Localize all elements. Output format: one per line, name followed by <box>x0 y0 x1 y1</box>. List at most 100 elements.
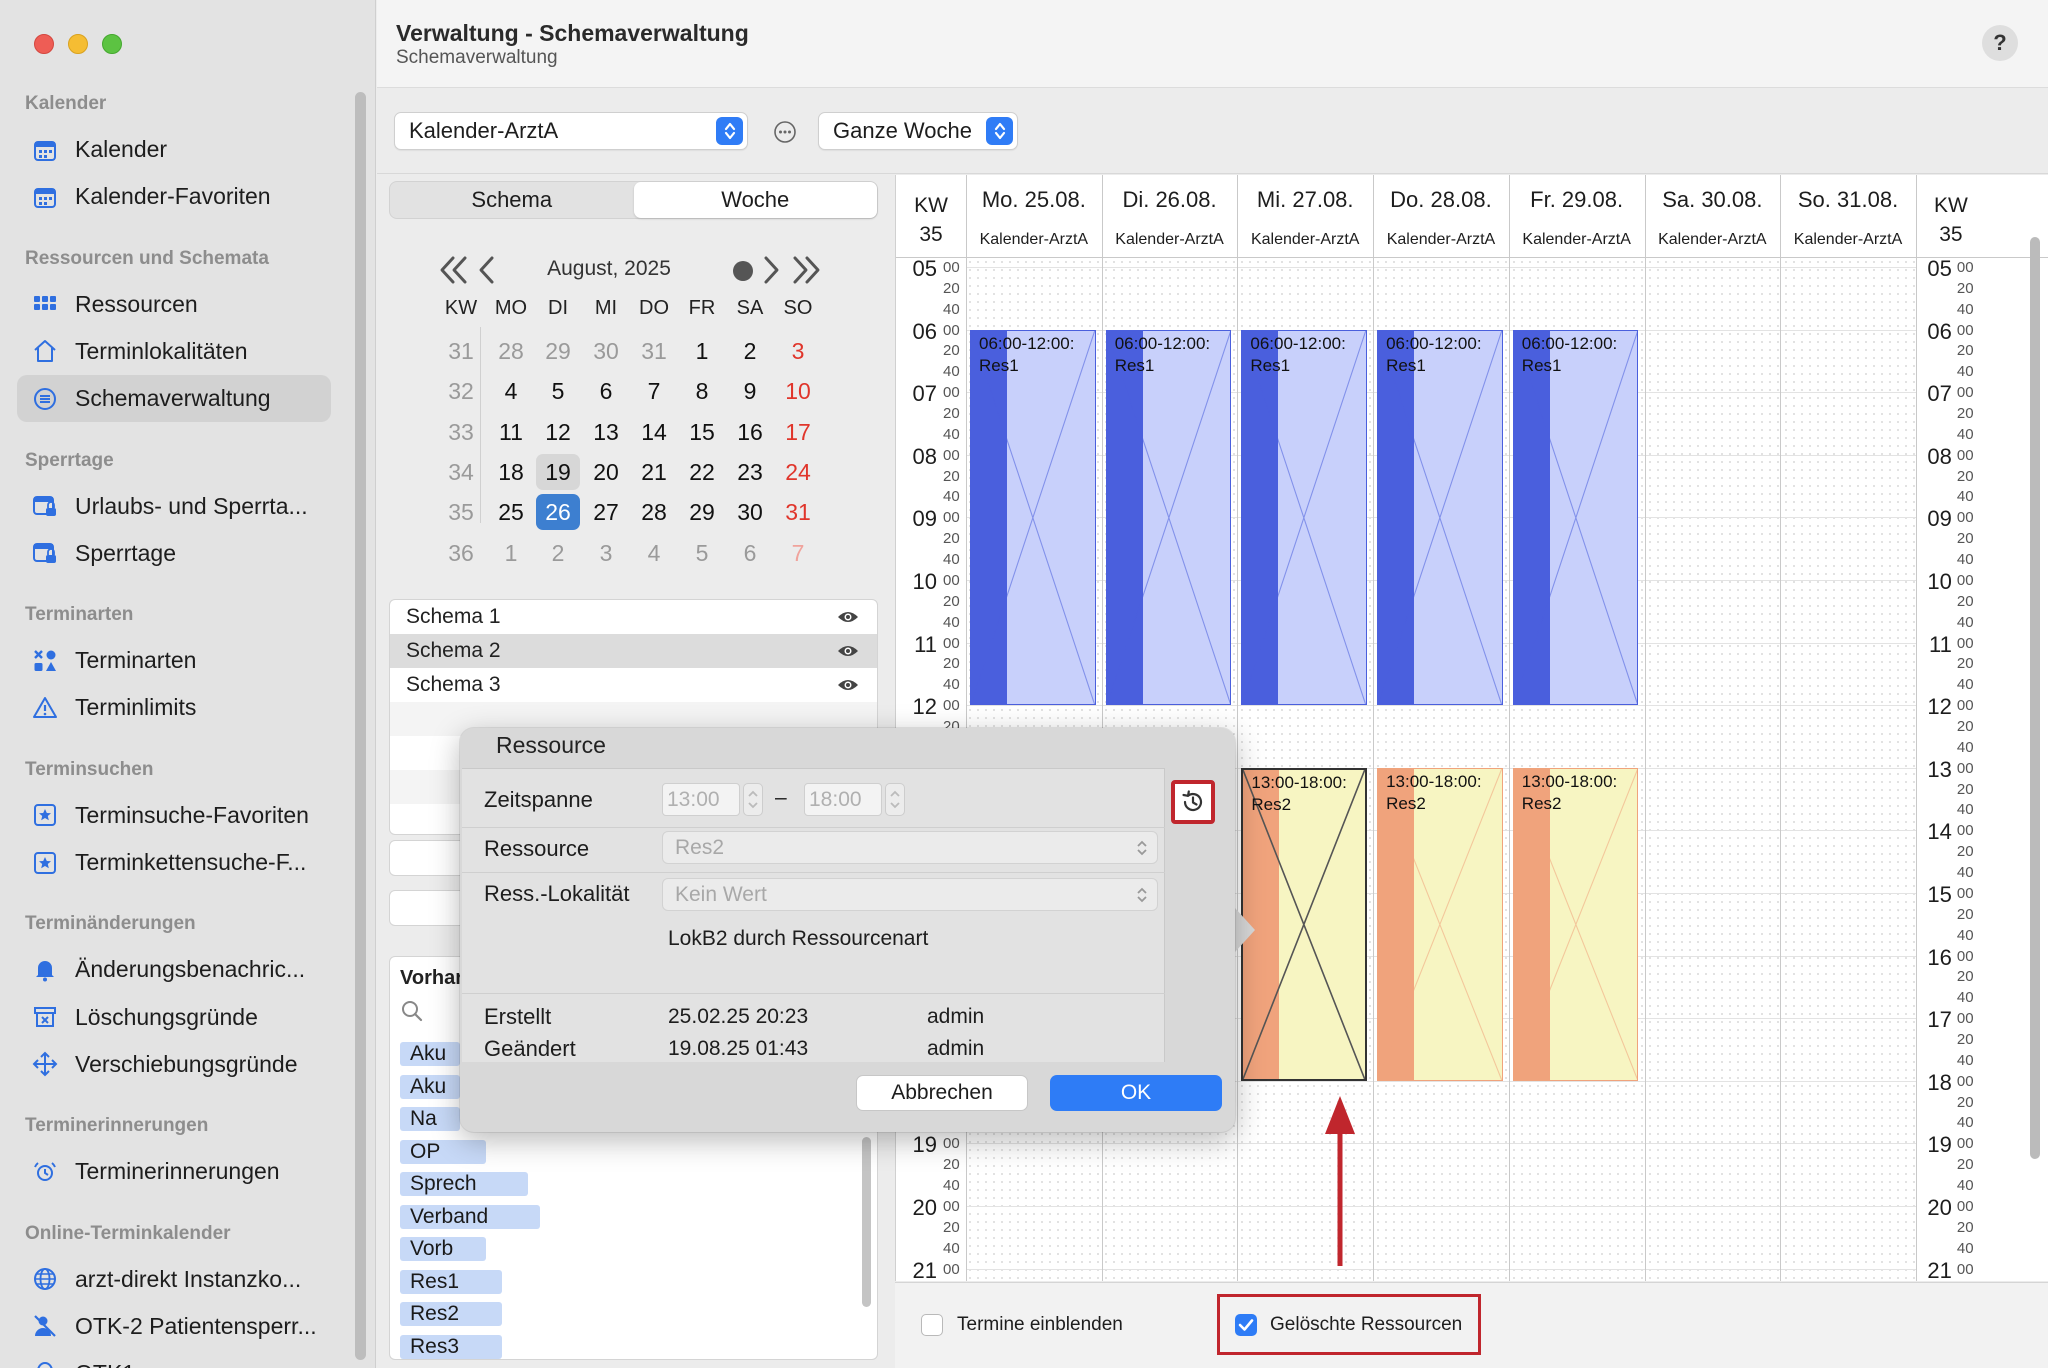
day-header[interactable]: Mo. 25.08. Kalender-ArztA <box>966 175 1102 257</box>
calendar-day[interactable]: 4 <box>489 373 533 409</box>
calendar-day[interactable]: 2 <box>728 333 772 369</box>
calendar-day[interactable]: 10 <box>776 373 820 409</box>
sidebar-scrollbar[interactable] <box>355 92 366 1360</box>
calendar-day[interactable]: 11 <box>489 414 533 450</box>
resource-block[interactable]: 06:00-12:00: Res1 <box>970 329 1096 706</box>
calendar-day[interactable]: 5 <box>536 373 580 409</box>
sidebar-item[interactable]: Terminlokalitäten <box>17 328 331 375</box>
calendar-day[interactable]: 25 <box>489 494 533 530</box>
sidebar-item[interactable]: Kalender <box>17 126 331 173</box>
sidebar-item[interactable]: OTK1 <box>17 1350 331 1368</box>
calendar-day[interactable]: 1 <box>680 333 724 369</box>
resource-block[interactable]: 06:00-12:00: Res1 <box>1241 329 1368 706</box>
calendar-day[interactable]: 28 <box>489 333 533 369</box>
calendar-day[interactable]: 16 <box>728 414 772 450</box>
today-dot-icon[interactable] <box>732 260 754 282</box>
sidebar-item[interactable]: Kalender-Favoriten <box>17 173 331 220</box>
tab-schema[interactable]: Schema <box>390 182 634 218</box>
sidebar-item[interactable]: Terminsuche-Favoriten <box>17 792 331 839</box>
resource-block[interactable]: 06:00-12:00: Res1 <box>1105 329 1232 706</box>
chevron-right-icon[interactable] <box>761 255 781 285</box>
resource-tag[interactable]: Res1 <box>400 1269 502 1294</box>
calendar-day[interactable]: 19 <box>536 453 580 490</box>
calendar-day[interactable]: 18 <box>489 454 533 490</box>
calendar-day[interactable]: 17 <box>776 414 820 450</box>
sidebar-item[interactable]: Terminlimits <box>17 684 331 731</box>
resources-scrollbar[interactable] <box>862 1137 871 1307</box>
double-chevron-left-icon[interactable] <box>437 255 471 285</box>
zoom-window-button[interactable] <box>102 34 122 54</box>
double-chevron-right-icon[interactable] <box>789 255 823 285</box>
calendar-day[interactable]: 15 <box>680 414 724 450</box>
deleted-resources-checkbox[interactable] <box>1235 1314 1257 1336</box>
calendar-day[interactable]: 31 <box>632 333 676 369</box>
sidebar-item[interactable]: Löschungsgründe <box>17 994 331 1041</box>
calendar-day[interactable]: 30 <box>584 333 628 369</box>
cancel-button[interactable]: Abbrechen <box>856 1075 1028 1111</box>
ressource-select[interactable]: Res2 <box>662 831 1158 864</box>
time-to-stepper[interactable] <box>885 783 905 816</box>
calendar-day[interactable]: 3 <box>584 535 628 571</box>
sidebar-item[interactable]: Terminkettensuche-F... <box>17 839 331 886</box>
resource-tag[interactable]: Vorb <box>400 1237 486 1261</box>
calendar-day[interactable]: 21 <box>632 454 676 490</box>
day-header[interactable]: Di. 26.08. Kalender-ArztA <box>1102 175 1238 257</box>
show-appointments-checkbox[interactable] <box>921 1314 943 1336</box>
resource-block[interactable]: 06:00-12:00: Res1 <box>1512 329 1639 706</box>
range-select[interactable]: Ganze Woche <box>818 112 1018 150</box>
schema-row[interactable]: Schema 1 <box>390 600 877 634</box>
calendar-day[interactable]: 4 <box>632 535 676 571</box>
sidebar-item[interactable]: arzt-direkt Instanzko... <box>17 1256 331 1303</box>
search-icon[interactable] <box>400 999 424 1023</box>
calendar-day[interactable]: 3 <box>776 333 820 369</box>
calendar-day[interactable]: 20 <box>584 454 628 490</box>
calendar-day[interactable]: 9 <box>728 373 772 409</box>
calendar-day[interactable]: 29 <box>536 333 580 369</box>
sidebar-item[interactable]: Änderungsbenachric... <box>17 946 331 993</box>
sidebar-item[interactable]: Schemaverwaltung <box>17 375 331 423</box>
calendar-day[interactable]: 31 <box>776 494 820 530</box>
tab-woche[interactable]: Woche <box>633 182 877 218</box>
eye-icon[interactable] <box>837 643 859 659</box>
eye-icon[interactable] <box>837 609 859 625</box>
ok-button[interactable]: OK <box>1050 1075 1222 1111</box>
resource-tag[interactable]: Na <box>400 1107 460 1131</box>
calendar-day[interactable]: 7 <box>776 535 820 571</box>
calendar-day[interactable]: 22 <box>680 454 724 490</box>
schema-row[interactable]: Schema 2 <box>390 634 877 668</box>
day-header[interactable]: Mi. 27.08. Kalender-ArztA <box>1237 175 1373 257</box>
calendar-day[interactable]: 13 <box>584 414 628 450</box>
calendar-day[interactable]: 1 <box>489 535 533 571</box>
sidebar-item[interactable]: Urlaubs- und Sperrta... <box>17 483 331 530</box>
calendar-day[interactable]: 14 <box>632 414 676 450</box>
help-button[interactable]: ? <box>1982 25 2018 61</box>
calendar-day[interactable]: 6 <box>584 373 628 409</box>
sidebar-item[interactable]: OTK-2 Patientensperr... <box>17 1303 331 1350</box>
calendar-day[interactable]: 5 <box>680 535 724 571</box>
calendar-day[interactable]: 8 <box>680 373 724 409</box>
calendar-day[interactable]: 29 <box>680 494 724 530</box>
time-from-stepper[interactable] <box>743 783 763 816</box>
resource-block[interactable]: 13:00-18:00: Res2 <box>1377 767 1503 1081</box>
resource-tag[interactable]: Res3 <box>400 1334 502 1359</box>
calendar-day[interactable]: 23 <box>728 454 772 490</box>
time-to-field[interactable]: 18:00 <box>804 783 882 816</box>
sidebar-item[interactable]: Sperrtage <box>17 530 331 577</box>
calendar-day[interactable]: 6 <box>728 535 772 571</box>
calendar-day[interactable]: 7 <box>632 373 676 409</box>
resource-block[interactable]: 13:00-18:00: Res2 <box>1512 767 1639 1081</box>
week-grid-scrollbar[interactable] <box>2030 237 2040 1159</box>
day-header[interactable]: So. 31.08. Kalender-ArztA <box>1780 175 1916 257</box>
calendar-select[interactable]: Kalender-ArztA <box>394 112 748 150</box>
resource-tag[interactable]: Sprech <box>400 1172 528 1196</box>
chevron-left-icon[interactable] <box>477 255 497 285</box>
time-from-field[interactable]: 13:00 <box>662 783 740 816</box>
resource-tag[interactable]: OP <box>400 1139 486 1164</box>
calendar-day[interactable]: 2 <box>536 535 580 571</box>
resource-block[interactable]: 06:00-12:00: Res1 <box>1377 329 1503 706</box>
schema-row[interactable]: Schema 3 <box>390 668 877 702</box>
sidebar-item[interactable]: Verschiebungsgründe <box>17 1041 331 1088</box>
sidebar-item[interactable]: Terminarten <box>17 637 331 684</box>
restore-button[interactable] <box>1171 780 1215 824</box>
eye-icon[interactable] <box>837 677 859 693</box>
